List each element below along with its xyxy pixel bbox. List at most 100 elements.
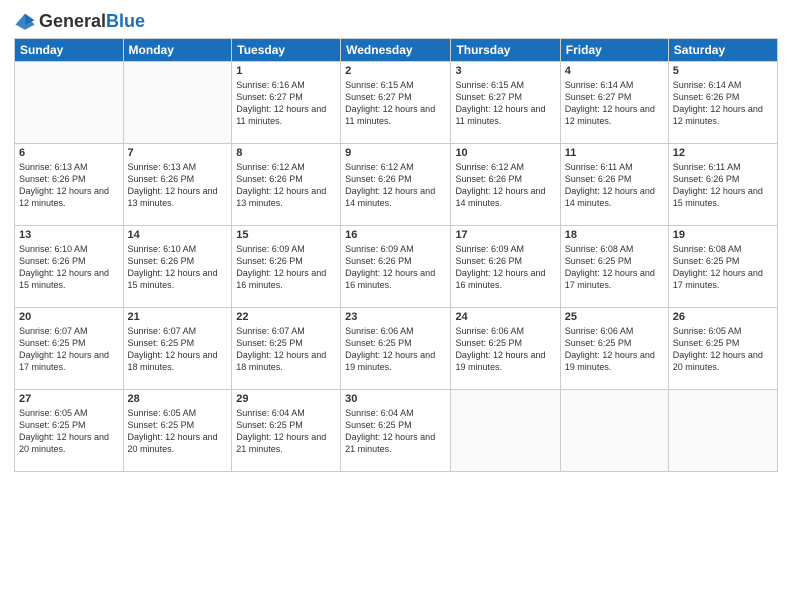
calendar-week-row: 27 Sunrise: 6:05 AM Sunset: 6:25 PM Dayli… <box>15 390 778 472</box>
calendar-cell: 11 Sunrise: 6:11 AM Sunset: 6:26 PM Dayli… <box>560 144 668 226</box>
day-info: Sunrise: 6:04 AM Sunset: 6:25 PM Dayligh… <box>345 407 446 456</box>
calendar-day-header: Friday <box>560 39 668 62</box>
day-number: 27 <box>19 393 119 405</box>
day-number: 23 <box>345 311 446 323</box>
calendar-cell: 2 Sunrise: 6:15 AM Sunset: 6:27 PM Daylig… <box>341 62 451 144</box>
calendar-cell: 25Sunrise: 6:06 AM Sunset: 6:25 PM Dayli… <box>560 308 668 390</box>
day-info: Sunrise: 6:11 AM Sunset: 6:26 PM Dayligh… <box>565 161 664 210</box>
calendar-day-header: Monday <box>123 39 232 62</box>
day-number: 22 <box>236 311 336 323</box>
day-number: 4 <box>565 65 664 77</box>
day-number: 20 <box>19 311 119 323</box>
day-number: 9 <box>345 147 446 159</box>
day-info: Sunrise: 6:12 AM Sunset: 6:26 PM Dayligh… <box>345 161 446 210</box>
calendar-cell: 19 Sunrise: 6:08 AM Sunset: 6:25 PM Dayli… <box>668 226 777 308</box>
header: GeneralBlue <box>14 10 778 32</box>
day-number: 19 <box>673 229 773 241</box>
day-info: Sunrise: 6:09 AM Sunset: 6:26 PM Dayligh… <box>236 243 336 292</box>
day-info: Sunrise: 6:07 AM Sunset: 6:25 PM Dayligh… <box>236 325 336 374</box>
calendar-cell: 4Sunrise: 6:14 AM Sunset: 6:27 PM Daylig… <box>560 62 668 144</box>
day-number: 6 <box>19 147 119 159</box>
day-info: Sunrise: 6:15 AM Sunset: 6:27 PM Dayligh… <box>345 79 446 128</box>
calendar-cell <box>15 62 124 144</box>
day-number: 30 <box>345 393 446 405</box>
calendar-cell: 22 Sunrise: 6:07 AM Sunset: 6:25 PM Dayli… <box>232 308 341 390</box>
day-info: Sunrise: 6:10 AM Sunset: 6:26 PM Dayligh… <box>19 243 119 292</box>
day-info: Sunrise: 6:12 AM Sunset: 6:26 PM Dayligh… <box>236 161 336 210</box>
calendar-cell: 30 Sunrise: 6:04 AM Sunset: 6:25 PM Dayli… <box>341 390 451 472</box>
day-number: 7 <box>128 147 228 159</box>
day-info: Sunrise: 6:14 AM Sunset: 6:26 PM Dayligh… <box>673 79 773 128</box>
calendar-cell: 15 Sunrise: 6:09 AM Sunset: 6:26 PM Dayli… <box>232 226 341 308</box>
day-number: 14 <box>128 229 228 241</box>
day-info: Sunrise: 6:07 AM Sunset: 6:25 PM Dayligh… <box>19 325 119 374</box>
day-info: Sunrise: 6:13 AM Sunset: 6:26 PM Dayligh… <box>128 161 228 210</box>
day-number: 12 <box>673 147 773 159</box>
day-number: 17 <box>455 229 555 241</box>
day-number: 28 <box>128 393 228 405</box>
day-info: Sunrise: 6:12 AM Sunset: 6:26 PM Dayligh… <box>455 161 555 210</box>
calendar-cell: 23Sunrise: 6:06 AM Sunset: 6:25 PM Dayli… <box>341 308 451 390</box>
calendar-day-header: Saturday <box>668 39 777 62</box>
day-info: Sunrise: 6:15 AM Sunset: 6:27 PM Dayligh… <box>455 79 555 128</box>
day-number: 11 <box>565 147 664 159</box>
page: GeneralBlue SundayMondayTuesdayWednesday… <box>0 0 792 612</box>
calendar-cell: 20 Sunrise: 6:07 AM Sunset: 6:25 PM Dayli… <box>15 308 124 390</box>
day-info: Sunrise: 6:08 AM Sunset: 6:25 PM Dayligh… <box>565 243 664 292</box>
day-number: 1 <box>236 65 336 77</box>
calendar-day-header: Tuesday <box>232 39 341 62</box>
calendar-cell: 18Sunrise: 6:08 AM Sunset: 6:25 PM Dayli… <box>560 226 668 308</box>
day-info: Sunrise: 6:05 AM Sunset: 6:25 PM Dayligh… <box>19 407 119 456</box>
day-info: Sunrise: 6:08 AM Sunset: 6:25 PM Dayligh… <box>673 243 773 292</box>
calendar-day-header: Wednesday <box>341 39 451 62</box>
day-info: Sunrise: 6:09 AM Sunset: 6:26 PM Dayligh… <box>345 243 446 292</box>
day-info: Sunrise: 6:11 AM Sunset: 6:26 PM Dayligh… <box>673 161 773 210</box>
day-info: Sunrise: 6:06 AM Sunset: 6:25 PM Dayligh… <box>455 325 555 374</box>
calendar-table: SundayMondayTuesdayWednesdayThursdayFrid… <box>14 38 778 472</box>
day-number: 26 <box>673 311 773 323</box>
calendar-cell <box>123 62 232 144</box>
calendar-cell: 21Sunrise: 6:07 AM Sunset: 6:25 PM Dayli… <box>123 308 232 390</box>
day-info: Sunrise: 6:13 AM Sunset: 6:26 PM Dayligh… <box>19 161 119 210</box>
calendar-week-row: 20 Sunrise: 6:07 AM Sunset: 6:25 PM Dayli… <box>15 308 778 390</box>
day-number: 3 <box>455 65 555 77</box>
day-info: Sunrise: 6:04 AM Sunset: 6:25 PM Dayligh… <box>236 407 336 456</box>
day-number: 13 <box>19 229 119 241</box>
day-info: Sunrise: 6:09 AM Sunset: 6:26 PM Dayligh… <box>455 243 555 292</box>
calendar-week-row: 6 Sunrise: 6:13 AM Sunset: 6:26 PM Daylig… <box>15 144 778 226</box>
logo-blue: Blue <box>106 11 145 31</box>
day-number: 15 <box>236 229 336 241</box>
logo-general: General <box>39 11 106 31</box>
calendar-day-header: Thursday <box>451 39 560 62</box>
calendar-cell: 14 Sunrise: 6:10 AM Sunset: 6:26 PM Dayli… <box>123 226 232 308</box>
day-info: Sunrise: 6:05 AM Sunset: 6:25 PM Dayligh… <box>128 407 228 456</box>
calendar-cell: 12 Sunrise: 6:11 AM Sunset: 6:26 PM Dayli… <box>668 144 777 226</box>
calendar-cell: 28 Sunrise: 6:05 AM Sunset: 6:25 PM Dayli… <box>123 390 232 472</box>
day-info: Sunrise: 6:05 AM Sunset: 6:25 PM Dayligh… <box>673 325 773 374</box>
calendar-cell: 7 Sunrise: 6:13 AM Sunset: 6:26 PM Daylig… <box>123 144 232 226</box>
calendar-cell <box>560 390 668 472</box>
calendar-cell: 17 Sunrise: 6:09 AM Sunset: 6:26 PM Dayli… <box>451 226 560 308</box>
calendar-cell: 27 Sunrise: 6:05 AM Sunset: 6:25 PM Dayli… <box>15 390 124 472</box>
day-number: 2 <box>345 65 446 77</box>
calendar-cell <box>451 390 560 472</box>
calendar-week-row: 1 Sunrise: 6:16 AM Sunset: 6:27 PM Daylig… <box>15 62 778 144</box>
calendar-cell: 26 Sunrise: 6:05 AM Sunset: 6:25 PM Dayli… <box>668 308 777 390</box>
day-number: 10 <box>455 147 555 159</box>
calendar-cell: 16Sunrise: 6:09 AM Sunset: 6:26 PM Dayli… <box>341 226 451 308</box>
logo: GeneralBlue <box>14 10 145 32</box>
calendar-cell: 10 Sunrise: 6:12 AM Sunset: 6:26 PM Dayli… <box>451 144 560 226</box>
day-number: 8 <box>236 147 336 159</box>
calendar-day-header: Sunday <box>15 39 124 62</box>
calendar-cell: 1 Sunrise: 6:16 AM Sunset: 6:27 PM Daylig… <box>232 62 341 144</box>
calendar-cell: 8 Sunrise: 6:12 AM Sunset: 6:26 PM Daylig… <box>232 144 341 226</box>
day-number: 29 <box>236 393 336 405</box>
calendar-cell: 24 Sunrise: 6:06 AM Sunset: 6:25 PM Dayli… <box>451 308 560 390</box>
day-info: Sunrise: 6:16 AM Sunset: 6:27 PM Dayligh… <box>236 79 336 128</box>
calendar-cell: 3 Sunrise: 6:15 AM Sunset: 6:27 PM Daylig… <box>451 62 560 144</box>
day-number: 24 <box>455 311 555 323</box>
day-info: Sunrise: 6:07 AM Sunset: 6:25 PM Dayligh… <box>128 325 228 374</box>
day-info: Sunrise: 6:06 AM Sunset: 6:25 PM Dayligh… <box>565 325 664 374</box>
day-info: Sunrise: 6:10 AM Sunset: 6:26 PM Dayligh… <box>128 243 228 292</box>
day-number: 5 <box>673 65 773 77</box>
